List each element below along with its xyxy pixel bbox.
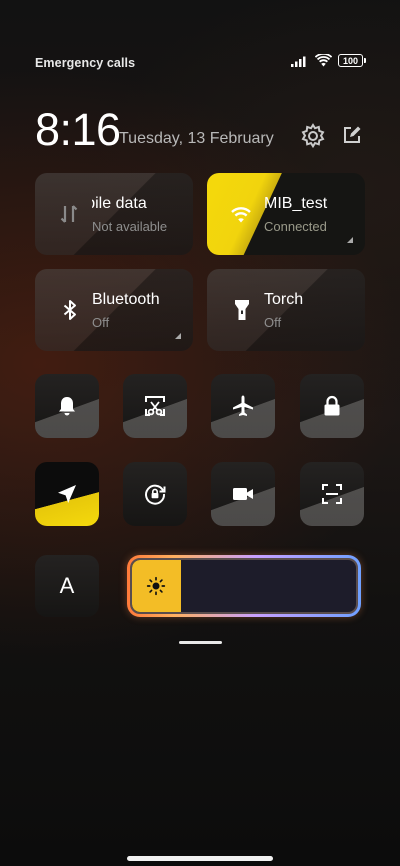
mobile-data-status: Not available xyxy=(92,219,168,234)
font-size-icon: A xyxy=(59,573,75,598)
font-size-tile[interactable]: A xyxy=(35,555,99,617)
drag-handle[interactable] xyxy=(179,641,222,644)
bell-icon xyxy=(59,397,75,416)
screenshot-tile[interactable] xyxy=(123,374,187,438)
wifi-tile[interactable]: MIB_test Connected xyxy=(207,173,365,255)
scan-icon xyxy=(322,484,342,504)
torch-status: Off xyxy=(264,315,282,330)
gear-icon[interactable] xyxy=(299,122,327,150)
bluetooth-label: Bluetooth xyxy=(92,291,160,308)
screenshot-icon xyxy=(145,396,165,416)
torch-icon xyxy=(235,300,249,320)
wifi-tile-icon xyxy=(231,207,251,223)
signal-icon xyxy=(291,56,306,67)
brightness-track[interactable] xyxy=(130,558,358,614)
mobile-data-tile[interactable]: Mobile data Not available xyxy=(35,173,193,255)
home-indicator[interactable] xyxy=(127,856,273,861)
lock-icon xyxy=(324,395,340,416)
date: Tuesday, 13 February xyxy=(119,130,274,147)
lock-tile[interactable] xyxy=(300,374,364,438)
mobile-data-label: Mobile data xyxy=(92,195,147,212)
scanner-tile[interactable] xyxy=(300,462,364,526)
status-icons: 100 xyxy=(291,54,366,67)
clock: 8:16 xyxy=(35,104,121,155)
rotation-lock-icon xyxy=(145,484,166,505)
status-bar: Emergency calls only 100 xyxy=(35,54,366,74)
location-icon xyxy=(58,485,76,503)
torch-tile[interactable]: Torch Off xyxy=(207,269,365,351)
edit-icon[interactable] xyxy=(342,125,362,145)
wifi-icon xyxy=(315,54,332,67)
battery-icon: 100 xyxy=(338,54,366,67)
ring-mode-tile[interactable] xyxy=(35,374,99,438)
airplane-mode-tile[interactable] xyxy=(211,374,275,438)
sun-icon xyxy=(146,576,166,596)
bluetooth-status: Off xyxy=(92,315,110,330)
torch-label: Torch xyxy=(264,291,304,308)
carrier-text: Emergency calls only xyxy=(35,56,137,70)
screen-recorder-tile[interactable] xyxy=(211,462,275,526)
bluetooth-icon xyxy=(63,300,76,320)
expand-corner-icon[interactable] xyxy=(347,237,353,243)
brightness-slider[interactable] xyxy=(127,555,361,617)
wifi-tile-label: MIB_test xyxy=(264,195,328,212)
wifi-tile-status: Connected xyxy=(264,219,327,234)
mobile-data-icon xyxy=(60,205,78,223)
airplane-icon xyxy=(233,395,253,416)
expand-corner-icon[interactable] xyxy=(175,333,181,339)
rotation-lock-tile[interactable] xyxy=(123,462,187,526)
mobile-data-label-clip: Mobile data xyxy=(92,195,182,213)
location-tile[interactable] xyxy=(35,462,99,526)
video-camera-icon xyxy=(233,488,253,500)
bluetooth-tile[interactable]: Bluetooth Off xyxy=(35,269,193,351)
